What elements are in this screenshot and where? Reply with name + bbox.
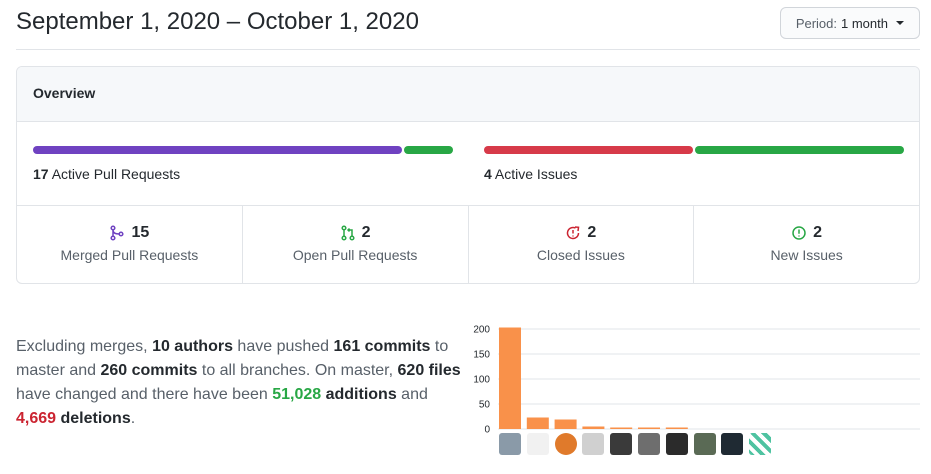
page-header: September 1, 2020 – October 1, 2020 Peri… bbox=[16, 0, 920, 50]
contributor-avatar[interactable] bbox=[610, 433, 633, 455]
contributor-bar[interactable] bbox=[665, 427, 688, 430]
contributor-avatar[interactable] bbox=[665, 433, 688, 455]
summary-text: and bbox=[396, 386, 428, 403]
page-title: September 1, 2020 – October 1, 2020 bbox=[16, 8, 419, 35]
issues-summary[interactable]: 4 Active Issues bbox=[484, 146, 904, 182]
open-count: 2 bbox=[361, 224, 371, 241]
y-tick-label: 100 bbox=[473, 375, 490, 386]
period-label: Period: bbox=[795, 15, 838, 31]
stat-merged-pull-requests[interactable]: 15 Merged Pull Requests bbox=[17, 206, 243, 283]
y-tick-label: 150 bbox=[473, 350, 490, 361]
pull-requests-bar bbox=[33, 146, 453, 154]
overview-box: Overview 17 Active Pull Requests 4 Activ… bbox=[16, 66, 920, 284]
closed-issues-segment bbox=[484, 146, 693, 154]
summary-text: to all branches. On master, bbox=[197, 362, 398, 379]
files-changed: 620 files bbox=[397, 362, 461, 379]
contributors-chart: 0 50 100 150 200 bbox=[470, 318, 922, 458]
contributor-bar[interactable] bbox=[610, 427, 633, 430]
summary-text: have changed and there have been bbox=[16, 386, 273, 403]
stat-new-issues[interactable]: 2 New Issues bbox=[694, 206, 919, 283]
authors-count: 10 authors bbox=[152, 338, 233, 355]
activity-bars-row: 17 Active Pull Requests 4 Active Issues bbox=[17, 122, 919, 206]
issue-closed-icon bbox=[567, 226, 580, 240]
merged-pr-segment bbox=[33, 146, 402, 154]
closed-label: Closed Issues bbox=[536, 247, 625, 263]
stats-row: 15 Merged Pull Requests 2 Open Pull Requ… bbox=[17, 206, 919, 283]
git-pull-request-icon bbox=[341, 225, 355, 241]
contributor-bar[interactable] bbox=[526, 417, 549, 430]
period-value: 1 month bbox=[841, 15, 888, 31]
period-select-button[interactable]: Period: 1 month bbox=[779, 7, 920, 39]
merged-count: 15 bbox=[131, 224, 150, 241]
stat-open-pull-requests[interactable]: 2 Open Pull Requests bbox=[243, 206, 469, 283]
open-pr-segment bbox=[403, 146, 453, 154]
active-issues-text: Active Issues bbox=[494, 166, 578, 182]
y-tick-label: 50 bbox=[479, 400, 491, 411]
contributor-bar[interactable] bbox=[554, 419, 577, 430]
summary-text: have pushed bbox=[232, 338, 334, 355]
all-branches-commits: 260 commits bbox=[100, 362, 198, 379]
y-tick-label: 200 bbox=[473, 325, 490, 336]
contributor-avatar[interactable] bbox=[749, 433, 772, 455]
contributor-avatar[interactable] bbox=[721, 433, 744, 455]
summary-text: Excluding merges, bbox=[16, 338, 153, 355]
contributor-avatar[interactable] bbox=[499, 433, 521, 455]
summary-text: . bbox=[130, 410, 136, 427]
deletions-word: deletions bbox=[56, 410, 131, 427]
contributor-bar[interactable] bbox=[638, 427, 660, 430]
caret-down-icon bbox=[896, 21, 904, 25]
contributor-avatar[interactable] bbox=[554, 433, 577, 455]
contributor-bar[interactable] bbox=[582, 426, 605, 430]
additions-word: additions bbox=[321, 386, 397, 403]
contributor-avatar[interactable] bbox=[638, 433, 660, 455]
stat-closed-issues[interactable]: 2 Closed Issues bbox=[469, 206, 695, 283]
active-issues-label: 4 Active Issues bbox=[484, 166, 904, 182]
merged-label: Merged Pull Requests bbox=[60, 247, 199, 263]
deletions-count: 4,669 bbox=[16, 410, 57, 427]
y-tick-label: 0 bbox=[484, 425, 490, 436]
pull-requests-summary[interactable]: 17 Active Pull Requests bbox=[33, 146, 453, 182]
issues-bar bbox=[484, 146, 904, 154]
open-label: Open Pull Requests bbox=[292, 247, 418, 263]
contributor-avatar[interactable] bbox=[693, 433, 716, 455]
commit-summary: Excluding merges, 10 authors have pushed… bbox=[16, 335, 466, 431]
active-pull-requests-label: 17 Active Pull Requests bbox=[33, 166, 453, 182]
closed-count: 2 bbox=[587, 224, 597, 241]
issue-opened-icon bbox=[792, 226, 806, 240]
overview-title: Overview bbox=[17, 67, 919, 122]
commits-count: 161 commits bbox=[333, 338, 431, 355]
additions-count: 51,028 bbox=[272, 386, 322, 403]
new-issues-segment bbox=[695, 146, 904, 154]
new-count: 2 bbox=[813, 224, 823, 241]
git-merge-icon bbox=[110, 225, 125, 241]
contributor-avatar[interactable] bbox=[526, 433, 549, 455]
active-pr-count: 17 bbox=[33, 166, 49, 182]
contributor-bar[interactable] bbox=[499, 327, 521, 430]
active-issues-count: 4 bbox=[484, 166, 492, 182]
new-label: New Issues bbox=[770, 247, 843, 263]
contributor-avatar[interactable] bbox=[582, 433, 605, 455]
active-pr-text: Active Pull Requests bbox=[51, 166, 181, 182]
